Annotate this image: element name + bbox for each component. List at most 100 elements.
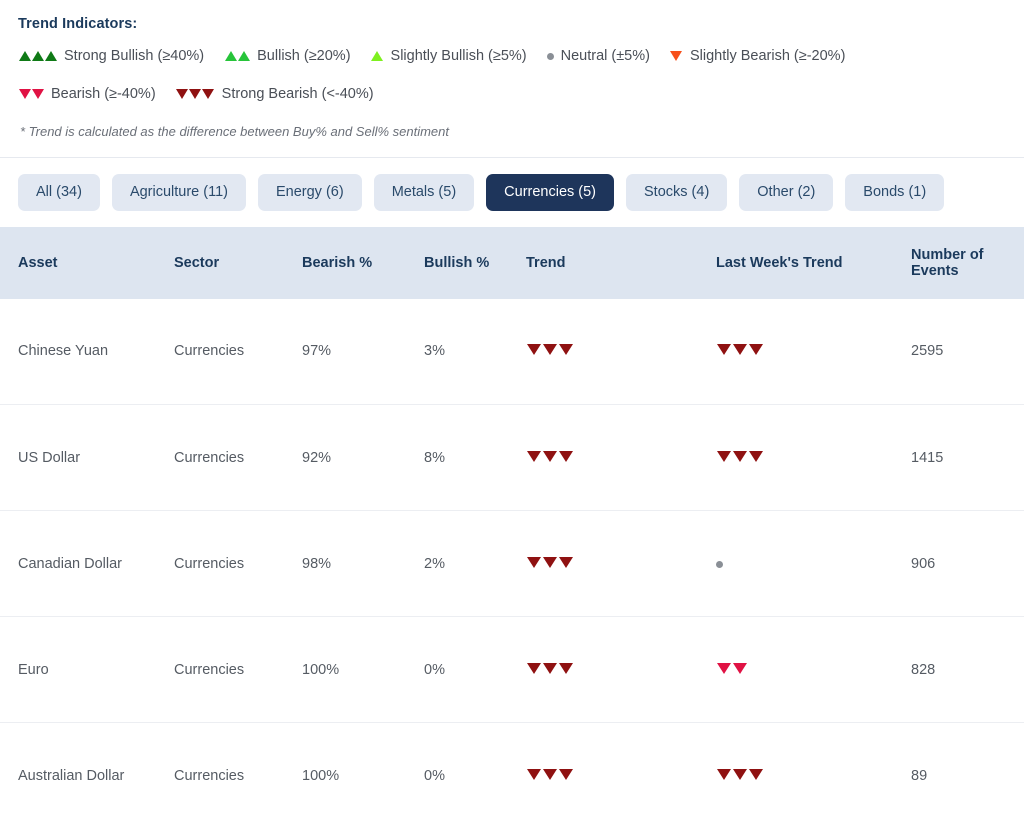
legend-icon-group	[224, 51, 250, 61]
table-row[interactable]: Chinese Yuan Currencies 97% 3% 2595	[0, 298, 1024, 405]
tab-agriculture[interactable]: Agriculture (11)	[111, 174, 246, 211]
cell-bullish: 3%	[424, 298, 526, 405]
neutral-dot-icon	[716, 560, 723, 568]
triangle-up-icon	[18, 51, 31, 61]
assets-table: Asset Sector Bearish % Bullish % Trend L…	[0, 226, 1024, 816]
legend-icon-group	[371, 51, 384, 61]
triangle-down-icon	[543, 344, 557, 356]
sector-filter-tabs: All (34) Agriculture (11) Energy (6) Metals…	[0, 158, 1024, 227]
triangle-down-icon	[559, 556, 573, 568]
table-body: Chinese Yuan Currencies 97% 3% 2595 US Dollar…	[0, 298, 1024, 816]
column-header-bullish[interactable]: Bullish %	[424, 226, 526, 299]
triangle-down-icon	[670, 51, 683, 61]
triangle-down-icon	[559, 662, 573, 674]
trend-icon-group	[526, 344, 574, 356]
triangle-down-icon	[527, 662, 541, 674]
cell-bearish: 97%	[302, 298, 424, 405]
trend-icon-group	[526, 556, 574, 568]
cell-bullish: 8%	[424, 404, 526, 511]
cell-events: 906	[911, 510, 1024, 617]
column-header-sector[interactable]: Sector	[174, 226, 302, 299]
cell-sector: Currencies	[174, 616, 302, 723]
triangle-down-icon	[749, 450, 763, 462]
tab-stocks[interactable]: Stocks (4)	[626, 174, 728, 211]
triangle-down-icon	[749, 768, 763, 780]
cell-events: 1415	[911, 404, 1024, 511]
cell-sector: Currencies	[174, 722, 302, 816]
triangle-down-icon	[717, 344, 731, 356]
legend-footnote: * Trend is calculated as the difference …	[20, 124, 449, 139]
triangle-down-icon	[559, 344, 573, 356]
trend-icon-group	[526, 662, 574, 674]
triangle-down-icon	[559, 768, 573, 780]
cell-sector: Currencies	[174, 510, 302, 617]
column-header-last-week[interactable]: Last Week's Trend	[716, 226, 911, 299]
trend-indicators-page: Trend Indicators: Strong Bullish (≥40%) B…	[0, 0, 1024, 816]
cell-asset: US Dollar	[0, 404, 174, 511]
column-header-trend[interactable]: Trend	[526, 226, 716, 299]
tab-other[interactable]: Other (2)	[739, 174, 834, 211]
column-header-asset[interactable]: Asset	[0, 226, 174, 299]
tab-all[interactable]: All (34)	[18, 174, 100, 211]
legend-row-bearish: Bearish (≥-40%) Strong Bearish (<-40%)	[18, 86, 1006, 102]
table-header: Asset Sector Bearish % Bullish % Trend L…	[0, 226, 1024, 299]
cell-asset: Chinese Yuan	[0, 298, 174, 405]
triangle-down-icon	[202, 89, 215, 99]
cell-bullish: 2%	[424, 510, 526, 617]
table-row[interactable]: US Dollar Currencies 92% 8% 1415	[0, 404, 1024, 511]
legend-icon-group	[18, 89, 44, 99]
column-header-events[interactable]: Number of Events	[911, 226, 1024, 299]
triangle-down-icon	[527, 344, 541, 356]
last-week-trend-icon-group	[716, 768, 764, 780]
cell-events: 89	[911, 722, 1024, 816]
cell-bearish: 100%	[302, 722, 424, 816]
cell-events: 828	[911, 616, 1024, 723]
cell-last-week-trend	[716, 616, 911, 723]
table-row[interactable]: Australian Dollar Currencies 100% 0% 89	[0, 722, 1024, 816]
triangle-down-icon	[176, 89, 189, 99]
tab-metals[interactable]: Metals (5)	[373, 174, 475, 211]
triangle-down-icon	[717, 450, 731, 462]
legend-item-label: Neutral (±5%)	[560, 48, 650, 64]
cell-trend	[526, 298, 716, 405]
legend-title: Trend Indicators:	[18, 16, 138, 32]
trend-icon-group	[526, 768, 574, 780]
last-week-trend-icon-group	[716, 344, 764, 356]
cell-asset: Australian Dollar	[0, 722, 174, 816]
table-row[interactable]: Canadian Dollar Currencies 98% 2% 906	[0, 510, 1024, 617]
neutral-dot-icon	[546, 52, 554, 60]
table-row[interactable]: Euro Currencies 100% 0% 828	[0, 616, 1024, 723]
cell-bearish: 100%	[302, 616, 424, 723]
cell-bearish: 92%	[302, 404, 424, 511]
triangle-down-icon	[733, 662, 747, 674]
cell-bullish: 0%	[424, 616, 526, 723]
tab-currencies[interactable]: Currencies (5)	[486, 174, 615, 211]
triangle-down-icon	[543, 768, 557, 780]
legend-item-strong: Strong Bearish (<-40%)	[176, 86, 374, 102]
triangle-down-icon	[559, 450, 573, 462]
cell-asset: Canadian Dollar	[0, 510, 174, 617]
table-header-row: Asset Sector Bearish % Bullish % Trend L…	[0, 226, 1024, 299]
legend-icon-group	[670, 51, 683, 61]
legend-item-label: Slightly Bullish (≥5%)	[390, 48, 527, 64]
cell-trend	[526, 722, 716, 816]
cell-sector: Currencies	[174, 298, 302, 405]
tab-energy[interactable]: Energy (6)	[257, 174, 362, 211]
legend-panel: Trend Indicators: Strong Bullish (≥40%) B…	[0, 0, 1024, 157]
triangle-up-icon	[31, 51, 44, 61]
legend-icon-group	[176, 89, 215, 99]
last-week-trend-icon-group	[716, 560, 723, 568]
legend-item-label: Strong Bearish (<-40%)	[221, 86, 374, 102]
legend-item-bearish: Bearish (≥-40%)	[18, 86, 156, 102]
legend-item-slightly: Slightly Bearish (≥-20%)	[670, 48, 845, 64]
triangle-down-icon	[543, 450, 557, 462]
cell-events: 2595	[911, 298, 1024, 405]
legend-item-neutral: Neutral (±5%)	[546, 48, 650, 64]
legend-icon-group	[18, 51, 57, 61]
cell-trend	[526, 404, 716, 511]
legend-icon-group	[546, 52, 554, 60]
triangle-up-icon	[371, 51, 384, 61]
legend-item-label: Strong Bullish (≥40%)	[64, 48, 205, 64]
tab-bonds[interactable]: Bonds (1)	[845, 174, 945, 211]
column-header-bearish[interactable]: Bearish %	[302, 226, 424, 299]
